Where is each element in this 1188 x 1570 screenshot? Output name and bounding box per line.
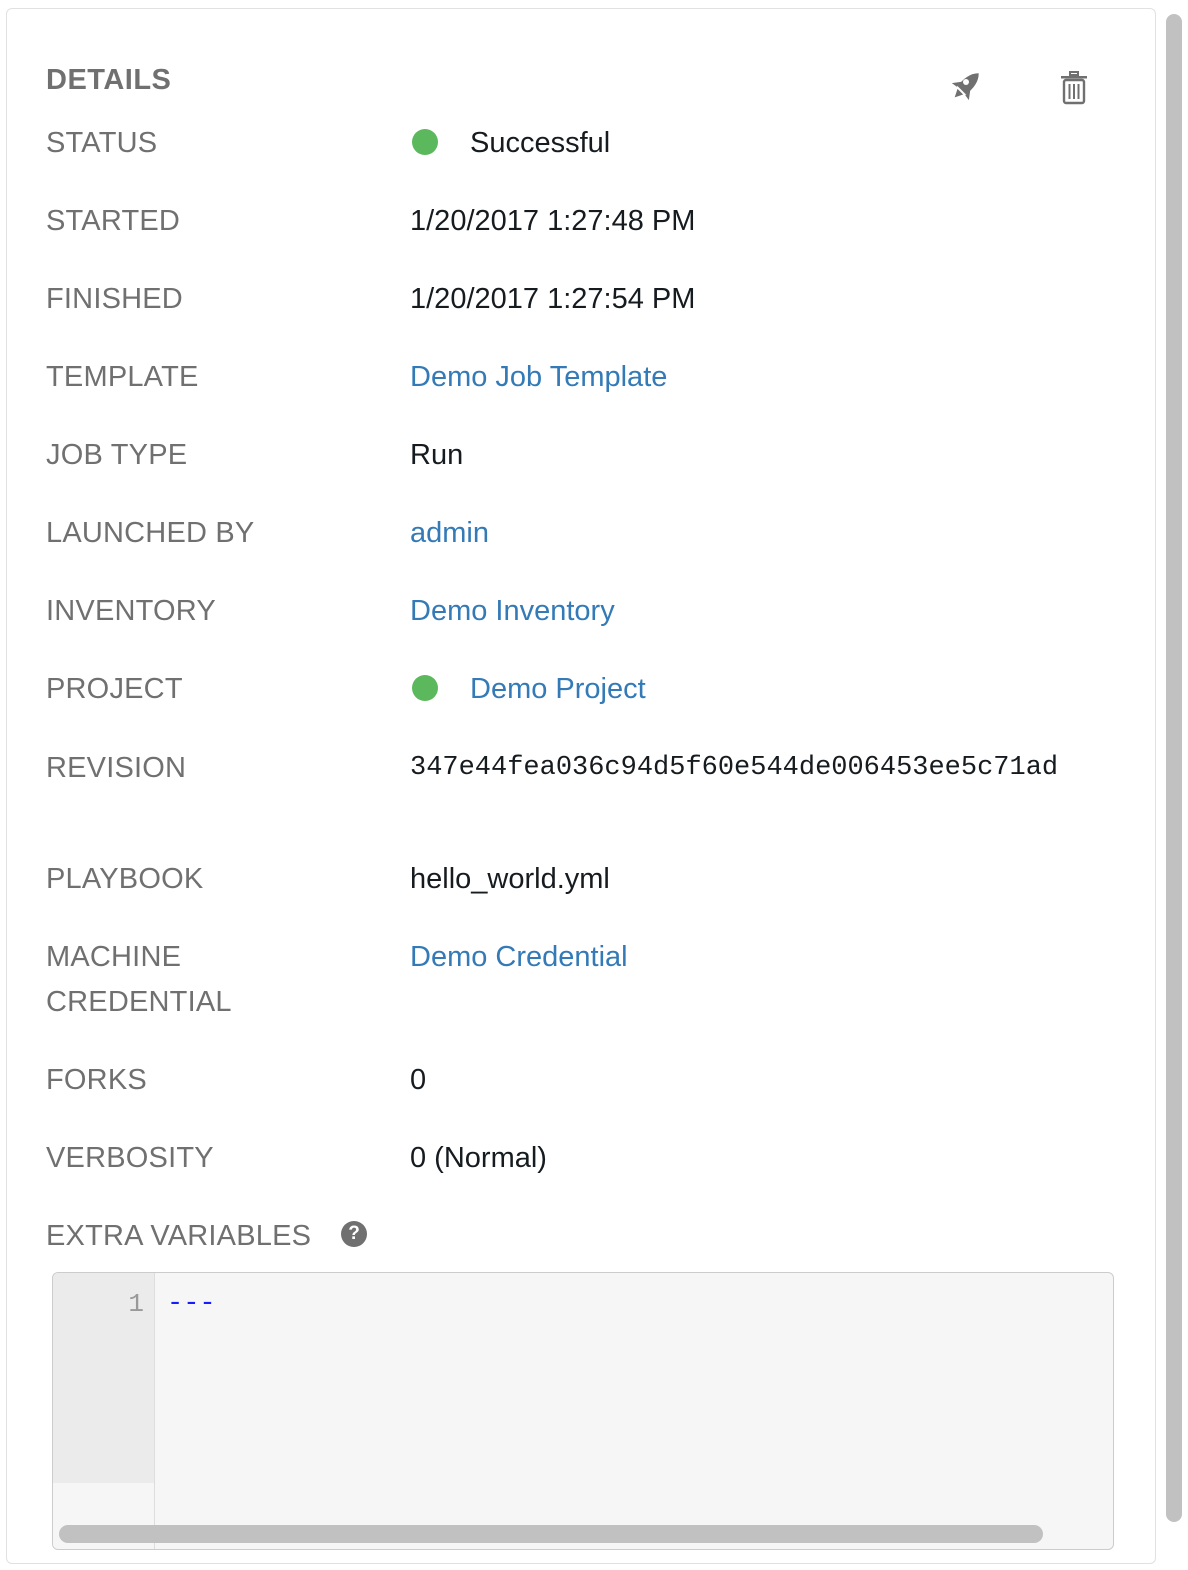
verbosity-label: VERBOSITY [46, 1142, 214, 1174]
project-status-icon [412, 675, 438, 702]
playbook-label: PLAYBOOK [46, 863, 204, 895]
details-title: DETAILS [46, 64, 172, 96]
job-type-value: Run [410, 439, 464, 471]
relaunch-button[interactable] [942, 62, 990, 110]
status-value: Successful [410, 121, 1110, 166]
status-label: STATUS [46, 127, 158, 159]
started-value: 1/20/2017 1:27:48 PM [410, 205, 696, 237]
inventory-label: INVENTORY [46, 595, 216, 627]
machine-credential-label: MACHINE CREDENTIAL [46, 935, 376, 1025]
started-label: STARTED [46, 205, 181, 237]
forks-label: FORKS [46, 1064, 147, 1096]
extra-variables-editor[interactable]: 1 --- [52, 1272, 1114, 1550]
delete-button[interactable] [1050, 64, 1098, 112]
forks-value: 0 [410, 1064, 427, 1096]
extra-variables-label-text: EXTRA VARIABLES [46, 1220, 312, 1252]
editor-code-line[interactable]: --- [167, 1289, 216, 1319]
status-text: Successful [470, 127, 611, 159]
project-link[interactable]: Demo Project [470, 673, 646, 705]
machine-credential-label-line2: CREDENTIAL [46, 986, 232, 1018]
finished-value: 1/20/2017 1:27:54 PM [410, 283, 696, 315]
launched-by-link[interactable]: admin [410, 511, 1110, 556]
revision-label: REVISION [46, 752, 187, 784]
template-link[interactable]: Demo Job Template [410, 355, 1110, 400]
extra-variables-label: EXTRA VARIABLES? [46, 1214, 646, 1259]
template-label: TEMPLATE [46, 361, 199, 393]
machine-credential-label-line1: MACHINE [46, 941, 182, 973]
success-status-icon [412, 129, 438, 156]
revision-value: 347e44fea036c94d5f60e544de006453ee5c71ad [410, 753, 1059, 783]
job-type-label: JOB TYPE [46, 439, 188, 471]
machine-credential-link[interactable]: Demo Credential [410, 935, 1110, 980]
playbook-value: hello_world.yml [410, 863, 610, 895]
editor-horizontal-scrollbar[interactable] [59, 1525, 1043, 1543]
project-value: Demo Project [410, 667, 1110, 712]
editor-gutter: 1 [53, 1273, 155, 1483]
trash-icon [1061, 71, 1087, 105]
help-icon[interactable]: ? [341, 1221, 368, 1248]
verbosity-value: 0 (Normal) [410, 1142, 547, 1174]
finished-label: FINISHED [46, 283, 183, 315]
inventory-link[interactable]: Demo Inventory [410, 589, 1110, 634]
rocket-icon [951, 73, 979, 101]
line-number: 1 [128, 1289, 144, 1319]
launched-by-label: LAUNCHED BY [46, 517, 255, 549]
project-label: PROJECT [46, 673, 183, 705]
page-vertical-scrollbar[interactable] [1166, 14, 1182, 1522]
